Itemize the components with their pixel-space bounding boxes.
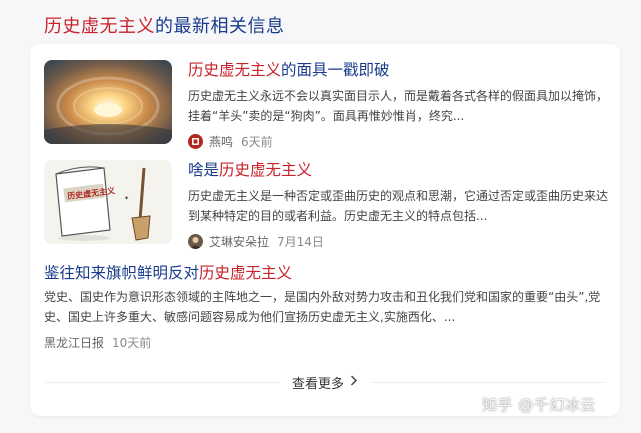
svg-text:✦: ✦ [124, 195, 129, 202]
news-content-2: 啥是历史虚无主义 历史虚无主义是一种否定或歪曲历史的观点和思潮，它通过否定或歪曲… [188, 160, 618, 250]
news-card: 历史虚无主义的面具一戳即破 历史虚无主义永远不会以真实面目示人，而是戴着各式各样… [30, 44, 620, 416]
news-item-3[interactable]: 鉴往知来旗帜鲜明反对历史虚无主义 党史、国史作为意识形态领域的主阵地之一，是国内… [44, 263, 604, 351]
section-title-rest[interactable]: 的最新相关信息 [155, 16, 285, 37]
cartoon-barrel-image: 历史虚无主义 ✦ [44, 160, 172, 244]
news-title-2[interactable]: 啥是历史虚无主义 [188, 160, 618, 180]
section-title[interactable]: 历史虚无主义的最新相关信息 [44, 12, 285, 38]
news-meta-1: 燕鸣 6天前 [188, 132, 618, 150]
see-more-row: 查看更多 [30, 370, 620, 394]
news-thumbnail-1[interactable] [44, 60, 172, 144]
news-time-3: 10天前 [112, 335, 152, 350]
news-summary-1: 历史虚无主义永远不会以真实面目示人，而是戴着各式各样的假面具加以掩饰，挂着“羊头… [188, 89, 609, 123]
sunset-tunnel-image [44, 60, 172, 144]
news-time-1: 6天前 [241, 134, 273, 149]
news-meta-2: 艾琳安朵拉 7月14日 [188, 232, 618, 250]
user-avatar-icon [188, 233, 203, 249]
news-title-3[interactable]: 鉴往知来旗帜鲜明反对历史虚无主义 [44, 263, 604, 283]
news-title-2-highlight[interactable]: 历史虚无主义 [219, 161, 312, 179]
news-source-3[interactable]: 黑龙江日报 [44, 334, 104, 351]
news-title-1-highlight[interactable]: 历史虚无主义 [188, 61, 281, 79]
news-thumbnail-2[interactable]: 历史虚无主义 ✦ [44, 160, 172, 244]
news-time-2: 7月14日 [277, 234, 324, 249]
news-source-2[interactable]: 艾琳安朵拉 [209, 233, 269, 250]
see-more-button[interactable]: 查看更多 [279, 370, 370, 394]
news-summary-3: 党史、国史作为意识形态领域的主阵地之一，是国内外敌对势力攻击和丑化我们党和国家的… [44, 290, 601, 324]
watermark: 知乎 @千幻冰云 [482, 396, 596, 414]
news-title-1-rest[interactable]: 的面具一戳即破 [281, 61, 390, 79]
news-title-3-highlight[interactable]: 历史虚无主义 [199, 264, 292, 282]
source-avatar-icon [188, 133, 203, 149]
see-more-label: 查看更多 [291, 376, 344, 392]
news-content-1: 历史虚无主义的面具一戳即破 历史虚无主义永远不会以真实面目示人，而是戴着各式各样… [188, 60, 618, 150]
news-meta-3: 黑龙江日报 10天前 [44, 333, 604, 351]
chevron-right-icon [350, 374, 358, 390]
news-title-3-prefix[interactable]: 鉴往知来旗帜鲜明反对 [44, 264, 199, 282]
news-title-2-prefix[interactable]: 啥是 [188, 161, 219, 179]
section-title-highlight[interactable]: 历史虚无主义 [44, 16, 155, 37]
news-title-1[interactable]: 历史虚无主义的面具一戳即破 [188, 60, 618, 80]
news-summary-2: 历史虚无主义是一种否定或歪曲历史的观点和思潮，它通过否定或歪曲历史来达到某种特定… [188, 189, 609, 223]
news-source-1[interactable]: 燕鸣 [209, 133, 233, 150]
